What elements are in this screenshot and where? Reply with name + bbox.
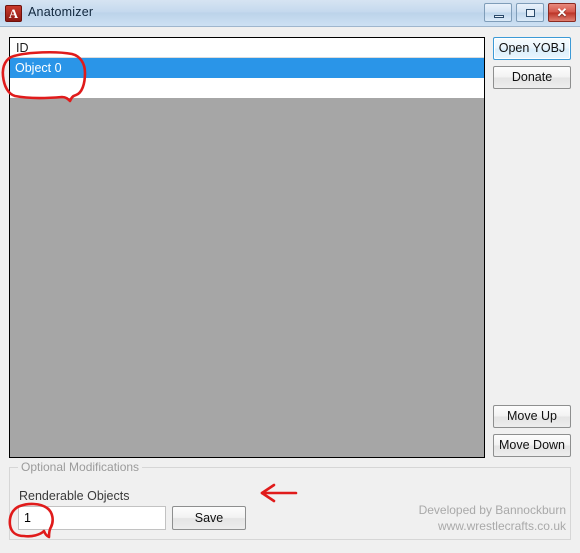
close-button[interactable]: ✕ xyxy=(548,3,576,22)
object-list-view[interactable]: ID Object 0 xyxy=(9,37,485,458)
move-down-button[interactable]: Move Down xyxy=(493,434,571,457)
title-bar[interactable]: A Anatomizer ✕ xyxy=(0,0,580,27)
list-empty-area[interactable] xyxy=(10,98,484,457)
maximize-button[interactable] xyxy=(516,3,544,22)
window-title: Anatomizer xyxy=(28,5,94,19)
list-item[interactable] xyxy=(10,78,484,98)
donate-button[interactable]: Donate xyxy=(493,66,571,89)
website-credit: www.wrestlecrafts.co.uk xyxy=(437,519,566,533)
maximize-icon xyxy=(526,9,535,17)
developer-credit: Developed by Bannockburn xyxy=(418,503,566,517)
save-button[interactable]: Save xyxy=(172,506,246,530)
application-window: A Anatomizer ✕ ID Object 0 Open YOBJ Don… xyxy=(0,0,580,553)
close-icon: ✕ xyxy=(556,5,568,20)
minimize-icon xyxy=(494,15,504,18)
open-yobj-button[interactable]: Open YOBJ xyxy=(493,37,571,60)
move-up-button[interactable]: Move Up xyxy=(493,405,571,428)
column-header-id[interactable]: ID xyxy=(16,41,29,55)
list-item[interactable]: Object 0 xyxy=(10,58,484,78)
anatomizer-logo-icon: A xyxy=(5,5,22,22)
list-header-row: ID xyxy=(10,38,484,58)
group-box-label: Optional Modifications xyxy=(18,460,143,474)
renderable-objects-label: Renderable Objects xyxy=(19,489,130,503)
minimize-button[interactable] xyxy=(484,3,512,22)
renderable-objects-input[interactable] xyxy=(18,506,166,530)
client-area: ID Object 0 Open YOBJ Donate Move Up Mov… xyxy=(0,27,580,553)
